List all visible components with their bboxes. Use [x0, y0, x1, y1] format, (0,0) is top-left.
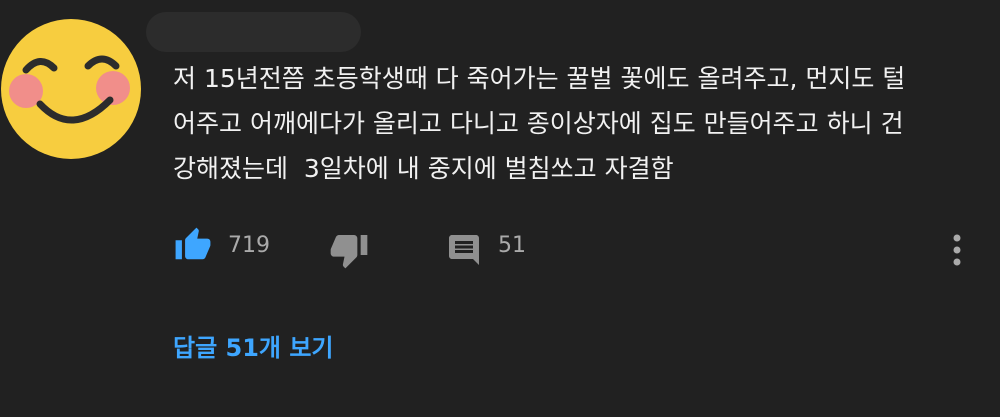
comment-card: 저 15년전쯤 초등학생때 다 죽어가는 꿀벌 꽃에도 올려주고, 먼지도 털 …	[0, 0, 1000, 417]
comment-text-line: 강해졌는데 3일차에 내 중지에 벌침쏘고 자결함	[173, 154, 674, 183]
like-count: 719	[228, 233, 270, 258]
reply-count: 51	[498, 233, 526, 258]
comment-text-line: 어주고 어깨에다가 올리고 다니고 종이상자에 집도 만들어주고 하니 건	[173, 109, 904, 138]
avatar[interactable]	[0, 18, 142, 160]
view-replies-button[interactable]: 답글 51개 보기	[173, 328, 334, 363]
smiling-face-emoji-icon	[1, 19, 141, 159]
comment-text-line: 저 15년전쯤 초등학생때 다 죽어가는 꿀벌 꽃에도 올려주고, 먼지도 털	[173, 64, 906, 93]
thumbs-down-icon[interactable]	[329, 230, 369, 270]
thumbs-up-icon[interactable]	[173, 226, 213, 264]
comment-text: 저 15년전쯤 초등학생때 다 죽어가는 꿀벌 꽃에도 올려주고, 먼지도 털 …	[173, 56, 973, 191]
comment-actions: 719 51	[0, 222, 1000, 272]
comment-icon[interactable]	[446, 232, 482, 268]
more-vertical-icon[interactable]	[948, 230, 966, 270]
username-placeholder[interactable]	[146, 12, 361, 52]
